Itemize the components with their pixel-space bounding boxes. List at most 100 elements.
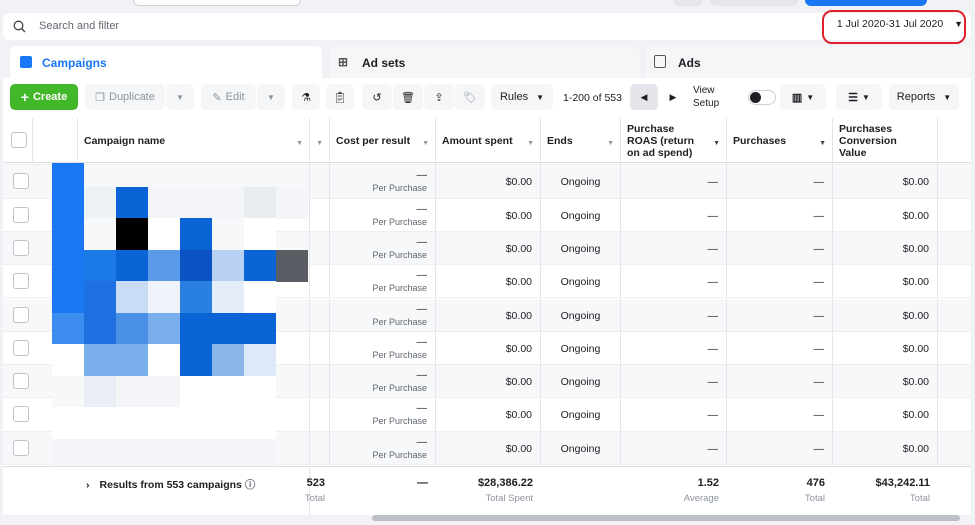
top-button[interactable] [710,0,798,6]
sort-icon: ▼ [607,140,614,147]
duplicate-dropdown[interactable]: ▼ [166,84,194,110]
top-primary-button[interactable] [805,0,927,6]
redaction-block [148,249,180,282]
row-checkbox[interactable] [13,173,29,190]
export-button[interactable]: ⇪ [424,84,454,110]
row-checkbox[interactable] [13,439,29,456]
cost-value: — [416,169,428,182]
header-amount-spent[interactable]: Amount spent ▼ [436,118,541,163]
header-conversion-value[interactable]: Purchases Conversion Value [833,118,938,163]
header-campaign-name[interactable]: Campaign name ▼ [78,118,310,163]
sort-icon: ▼ [296,140,303,147]
spent-cell: $0.00 [436,231,541,265]
purchases-cell: — [727,298,833,331]
purchases-cell: — [727,198,833,231]
next-page-button[interactable]: ▶ [659,84,687,110]
undo-button[interactable]: ↺ [362,84,392,110]
header-roas[interactable]: Purchase ROAS (return on ad spend) ▼ [621,118,727,163]
test-button[interactable]: ⚗ [292,84,320,110]
footer-spent-sub: Total Spent [485,493,533,504]
redaction-block [212,249,244,282]
header-purchases[interactable]: Purchases ▼ [727,118,833,163]
search-input[interactable]: Search and filter [39,20,119,32]
redaction-block [244,312,276,345]
tab-label: Ads [678,56,701,70]
redaction-block [244,407,276,439]
cost-cell: —Per Purchase [330,298,436,331]
spent-cell: $0.00 [436,331,541,365]
toggle-header [33,118,78,163]
view-label: View [693,85,715,96]
delete-button[interactable]: 🗑︎ [393,84,423,110]
ends-cell: Ongoing [541,431,621,464]
footer-summary[interactable]: › Results from 553 campaigns ⓘ [78,467,310,515]
header-label: Amount spent [442,134,513,147]
duplicate-button[interactable]: ❐ Duplicate [85,84,165,110]
prev-page-button[interactable]: ◀ [630,84,658,110]
cost-value: — [416,202,428,215]
redaction-block [180,344,212,376]
roas-cell: — [621,165,727,198]
edit-button[interactable]: ✎ Edit [201,84,256,110]
redaction-block [244,344,276,376]
chevron-down-icon: ▼ [943,92,952,102]
row-checkbox[interactable] [13,206,29,223]
select-all-checkbox[interactable] [11,132,27,148]
results-cell [310,231,330,265]
redaction-block [52,186,84,219]
reports-button[interactable]: Reports ▼ [889,84,959,110]
redaction-block [148,186,180,219]
purchases-cell: — [727,431,833,464]
header-cost-per-result[interactable]: Cost per result ▼ [330,118,436,163]
redaction-block [180,218,212,250]
results-cell [310,265,330,298]
top-button[interactable] [673,0,703,6]
spent-cell: $0.00 [436,431,541,464]
spent-cell: $0.00 [436,265,541,298]
row-checkbox[interactable] [13,339,29,356]
footer-value: $43,242.11 [875,477,930,489]
sort-icon: ▼ [527,140,534,147]
edit-dropdown[interactable]: ▼ [257,84,285,110]
grid-icon: ⊞ [338,55,349,69]
purchases-cell: — [727,231,833,265]
row-checkbox[interactable] [13,373,29,390]
horizontal-scrollbar[interactable] [372,515,960,521]
highlight-annotation [822,10,966,44]
cost-value: — [416,369,428,382]
row-checkbox[interactable] [13,273,29,290]
redaction-block [52,375,84,408]
tag-button[interactable]: 🏷︎ [455,84,485,110]
redaction-block [116,407,148,439]
clipboard-button[interactable]: 📋︎ [326,84,354,110]
chevron-right-icon: › [86,479,90,491]
row-checkbox[interactable] [13,239,29,256]
ends-cell: Ongoing [541,231,621,265]
spent-cell: $0.00 [436,365,541,398]
cost-cell: —Per Purchase [330,331,436,365]
breakdown-button[interactable]: ☰ ▼ [836,84,882,110]
footer-results-sub: Total [304,493,325,504]
sort-icon: ▼ [422,140,429,147]
redaction-block [212,186,244,219]
value-cell: $0.00 [833,165,938,198]
create-button[interactable]: + Create [10,84,78,110]
cost-sub: Per Purchase [372,416,427,427]
redaction-block [84,218,116,250]
row-checkbox[interactable] [13,306,29,323]
header-ends[interactable]: Ends ▼ [541,118,621,163]
redaction-block [180,249,212,282]
cost-cell: —Per Purchase [330,398,436,431]
columns-button[interactable]: ▥ ▼ [780,84,826,110]
top-input[interactable] [133,0,301,6]
export-icon: ⇪ [434,91,444,104]
view-setup-toggle[interactable] [748,90,776,105]
redaction-block [180,312,212,345]
cost-value: — [416,269,428,282]
cost-value: — [416,302,428,315]
duplicate-icon: ❐ [95,91,105,104]
row-checkbox[interactable] [13,406,29,423]
header-results[interactable]: ▼ [310,118,330,163]
footer-value-sub: Total [909,493,930,504]
rules-button[interactable]: Rules ▼ [491,84,553,110]
